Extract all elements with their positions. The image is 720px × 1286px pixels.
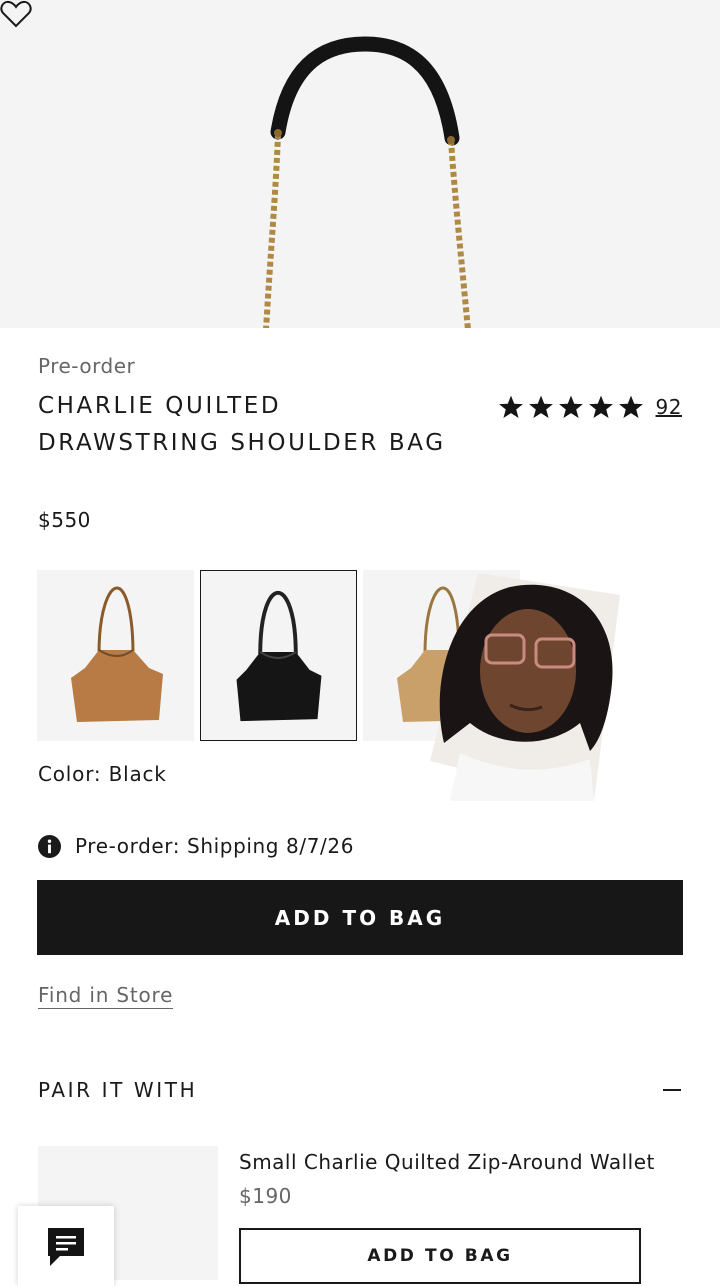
- pair-item-name[interactable]: Small Charlie Quilted Zip-Around Wallet: [239, 1150, 655, 1174]
- pair-it-with-title: PAIR IT WITH: [38, 1078, 198, 1102]
- selected-color: Color: Black: [38, 762, 167, 786]
- swatch-brown[interactable]: [37, 570, 194, 741]
- shipping-note: Pre-order: Shipping 8/7/26: [38, 834, 354, 858]
- star-icon: [588, 395, 613, 419]
- color-label: Color:: [38, 762, 102, 786]
- bag-strap-illustration: [263, 36, 471, 328]
- find-in-store-link[interactable]: Find in Store: [38, 983, 174, 1009]
- bag-thumbnail-brown: [71, 586, 163, 722]
- minus-icon[interactable]: [662, 1080, 682, 1100]
- add-to-bag-button[interactable]: ADD TO BAG: [37, 880, 683, 955]
- info-icon: [38, 834, 61, 858]
- star-icon: [618, 395, 643, 419]
- chat-icon: [48, 1228, 84, 1266]
- pair-add-to-bag-button[interactable]: ADD TO BAG: [239, 1228, 641, 1284]
- star-icon: [558, 395, 583, 419]
- pair-it-with-header[interactable]: PAIR IT WITH: [38, 1078, 682, 1102]
- shipping-text: Pre-order: Shipping 8/7/26: [75, 834, 355, 858]
- creator-video-overlay: [430, 573, 620, 801]
- chat-widget[interactable]: [18, 1206, 114, 1286]
- bag-thumbnail-black: [236, 590, 322, 722]
- product-price: $550: [38, 508, 91, 532]
- review-count-link[interactable]: 92: [656, 395, 682, 419]
- product-rating[interactable]: 92: [498, 394, 682, 420]
- heart-icon[interactable]: [0, 0, 32, 28]
- product-title: CHARLIE QUILTED DRAWSTRING SHOULDER BAG: [38, 393, 446, 456]
- preorder-label: Pre-order: [38, 354, 136, 378]
- star-rating: [498, 394, 644, 420]
- product-hero-image: [0, 0, 720, 328]
- swatch-black[interactable]: [200, 570, 357, 741]
- color-value: Black: [108, 762, 167, 786]
- star-icon: [498, 395, 523, 419]
- star-icon: [528, 395, 553, 419]
- pair-item-price: $190: [239, 1184, 292, 1208]
